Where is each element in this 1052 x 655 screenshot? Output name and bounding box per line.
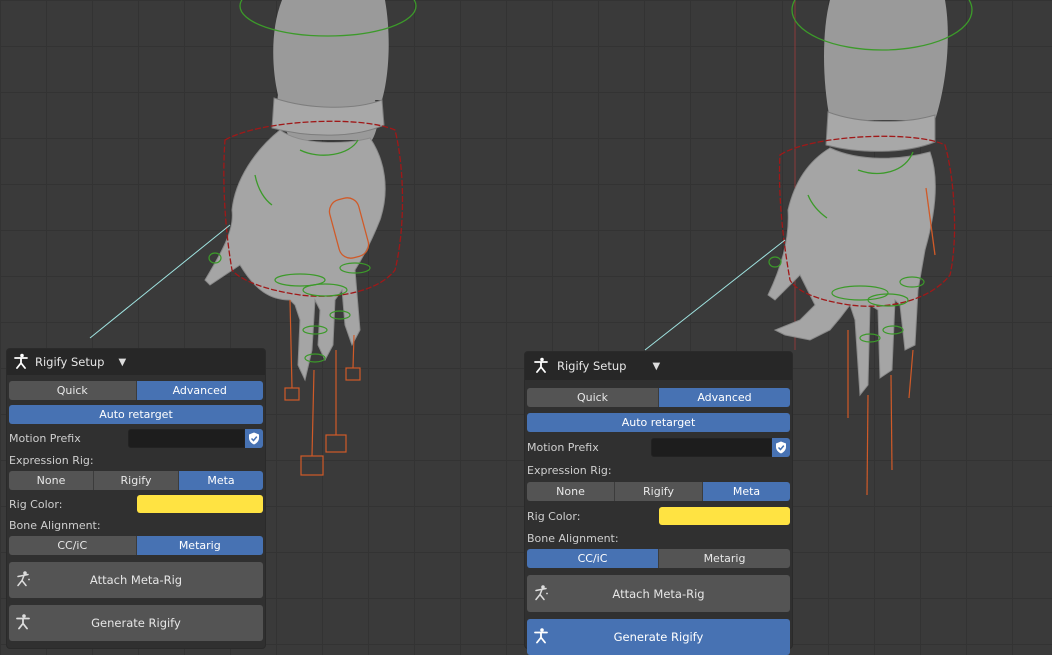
bone-alignment-label: Bone Alignment: xyxy=(9,519,101,532)
rig-color-swatch[interactable] xyxy=(659,507,790,525)
dropdown-arrow-icon[interactable]: ▼ xyxy=(652,361,660,372)
attach-meta-rig-button[interactable]: Attach Meta-Rig xyxy=(527,575,790,612)
mode-tabs: Quick Advanced xyxy=(9,381,263,400)
dropdown-arrow-icon[interactable]: ▼ xyxy=(118,357,126,368)
motion-prefix-input[interactable] xyxy=(651,438,772,457)
alignment-option-metarig[interactable]: Metarig xyxy=(136,536,263,555)
mode-tabs: Quick Advanced xyxy=(527,388,790,407)
armature-pose-icon xyxy=(533,584,549,603)
alignment-option-cc-ic[interactable]: CC/iC xyxy=(9,536,137,555)
rig-color-swatch[interactable] xyxy=(137,495,263,513)
attach-meta-rig-button[interactable]: Attach Meta-Rig xyxy=(9,562,263,598)
expression-option-meta[interactable]: Meta xyxy=(703,482,790,501)
motion-prefix-label: Motion Prefix xyxy=(527,441,599,454)
expression-option-none[interactable]: None xyxy=(9,471,94,490)
expression-rig-label: Expression Rig: xyxy=(9,454,94,467)
panel-title: Rigify Setup xyxy=(35,355,105,369)
panel-header[interactable]: Rigify Setup ▼ xyxy=(7,349,265,375)
motion-prefix-row: Motion Prefix xyxy=(9,429,263,448)
expression-option-meta[interactable]: Meta xyxy=(179,471,263,490)
panel-header[interactable]: Rigify Setup ▼ xyxy=(525,352,792,380)
rigify-setup-panel-left: Rigify Setup ▼ Quick Advanced Auto retar… xyxy=(7,349,265,648)
motion-prefix-label: Motion Prefix xyxy=(9,432,81,445)
tab-advanced[interactable]: Advanced xyxy=(136,381,263,400)
rig-color-row: Rig Color: xyxy=(9,495,263,513)
rig-color-label: Rig Color: xyxy=(527,509,581,523)
panel-title: Rigify Setup xyxy=(557,359,627,373)
rig-color-row: Rig Color: xyxy=(527,507,790,525)
tab-quick[interactable]: Quick xyxy=(527,388,659,407)
motion-prefix-input[interactable] xyxy=(128,429,245,448)
tab-advanced[interactable]: Advanced xyxy=(659,388,790,407)
alignment-option-cc-ic[interactable]: CC/iC xyxy=(527,549,659,568)
armature-icon xyxy=(533,628,549,647)
expression-rig-label: Expression Rig: xyxy=(527,464,612,477)
attach-meta-rig-label: Attach Meta-Rig xyxy=(89,573,183,587)
armature-icon xyxy=(15,614,31,633)
generate-rigify-label: Generate Rigify xyxy=(613,630,704,644)
armature-pose-icon xyxy=(15,571,31,590)
auto-retarget-button[interactable]: Auto retarget xyxy=(9,405,263,424)
tab-quick[interactable]: Quick xyxy=(9,381,137,400)
bone-alignment-options: CC/iC Metarig xyxy=(527,549,790,568)
shield-icon[interactable] xyxy=(245,429,263,448)
auto-retarget-button[interactable]: Auto retarget xyxy=(527,413,790,432)
bone-alignment-label: Bone Alignment: xyxy=(527,532,619,545)
armature-icon xyxy=(7,353,35,372)
expression-rig-options: None Rigify Meta xyxy=(527,482,790,501)
expression-option-none[interactable]: None xyxy=(527,482,615,501)
expression-rig-options: None Rigify Meta xyxy=(9,471,263,490)
alignment-option-metarig[interactable]: Metarig xyxy=(659,549,790,568)
bone-alignment-options: CC/iC Metarig xyxy=(9,536,263,555)
rigify-setup-panel-right: Rigify Setup ▼ Quick Advanced Auto retar… xyxy=(525,352,792,655)
shield-icon[interactable] xyxy=(772,438,790,457)
generate-rigify-button[interactable]: Generate Rigify xyxy=(527,619,790,655)
attach-meta-rig-label: Attach Meta-Rig xyxy=(612,586,705,601)
generate-rigify-label: Generate Rigify xyxy=(91,616,181,630)
expression-option-rigify[interactable]: Rigify xyxy=(94,471,179,490)
generate-rigify-button[interactable]: Generate Rigify xyxy=(9,605,263,641)
armature-icon xyxy=(525,357,557,376)
motion-prefix-row: Motion Prefix xyxy=(527,438,790,457)
expression-option-rigify[interactable]: Rigify xyxy=(615,482,703,501)
rig-color-label: Rig Color: xyxy=(9,497,63,511)
